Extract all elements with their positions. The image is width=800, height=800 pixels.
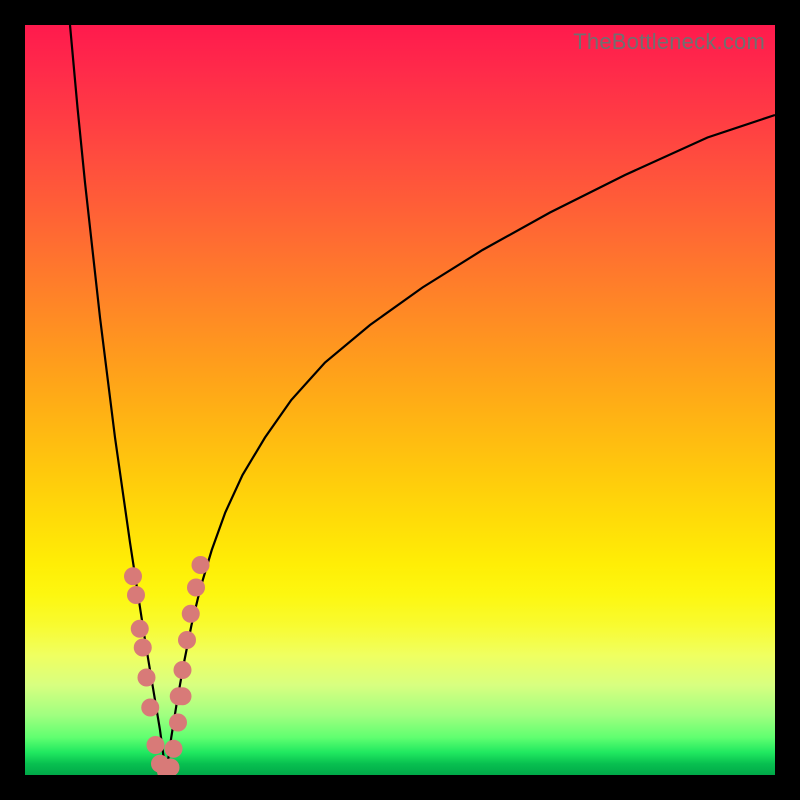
cluster-dot (131, 620, 149, 638)
cluster-dot (192, 556, 210, 574)
cluster-dots (124, 556, 210, 775)
cluster-dot (138, 669, 156, 687)
cluster-dot (174, 687, 192, 705)
cluster-dot (127, 586, 145, 604)
curve-right-branch (166, 115, 775, 775)
cluster-dot (187, 579, 205, 597)
cluster-dot (174, 661, 192, 679)
cluster-dot (124, 567, 142, 585)
outer-frame: TheBottleneck.com (0, 0, 800, 800)
cluster-dot (147, 736, 165, 754)
cluster-dot (141, 699, 159, 717)
plot-area: TheBottleneck.com (25, 25, 775, 775)
curve-left-branch (70, 25, 166, 775)
cluster-dot (134, 639, 152, 657)
cluster-dot (165, 740, 183, 758)
chart-svg (25, 25, 775, 775)
cluster-dot (178, 631, 196, 649)
cluster-dot (169, 714, 187, 732)
cluster-dot (182, 605, 200, 623)
